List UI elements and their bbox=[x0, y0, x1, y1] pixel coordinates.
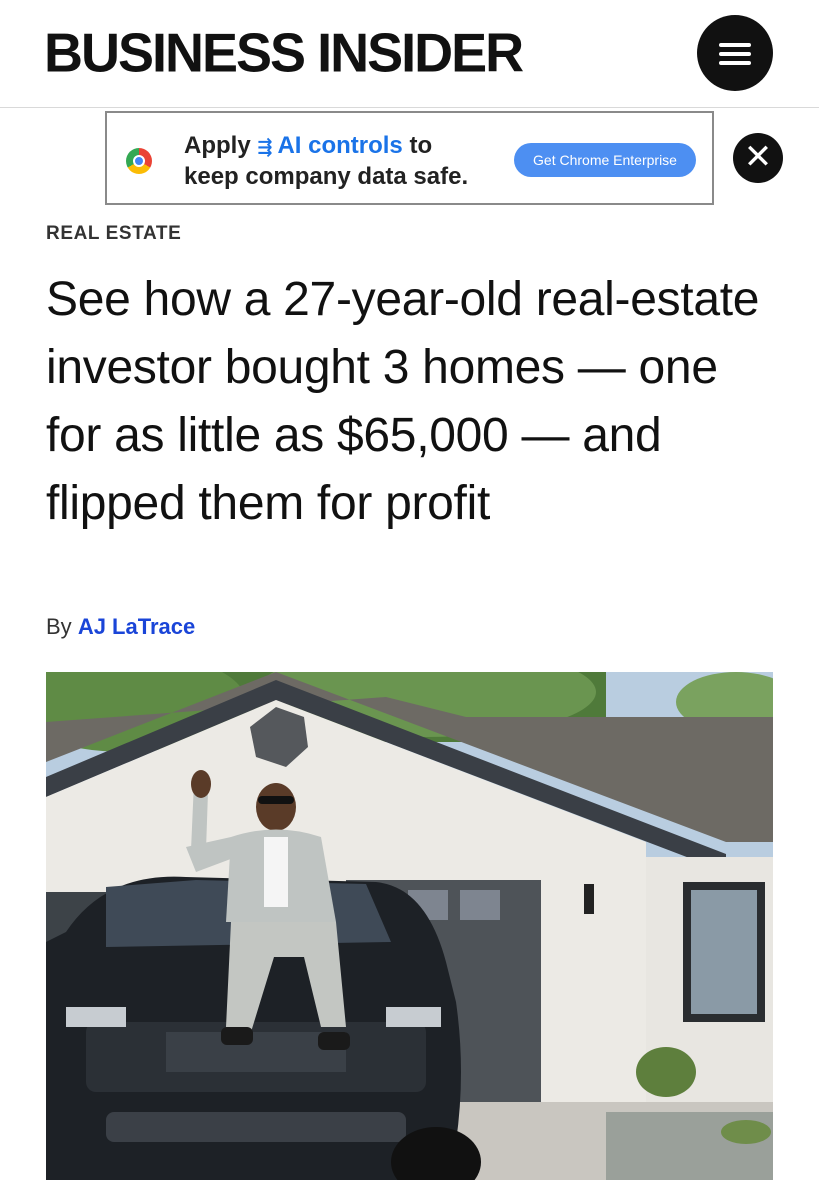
hero-photo bbox=[46, 672, 773, 1180]
author-link[interactable]: AJ LaTrace bbox=[78, 614, 195, 639]
ad-line-1: Apply ⇶ AI controls to bbox=[184, 132, 433, 159]
sliders-icon: ⇶ bbox=[257, 137, 278, 157]
article-headline: See how a 27-year-old real-estate invest… bbox=[46, 273, 760, 530]
ad-text: Apply ⇶ AI controls to keep company data… bbox=[184, 131, 468, 191]
ad-line-2: keep company data safe. bbox=[184, 163, 469, 190]
byline: By AJ LaTrace bbox=[46, 614, 196, 639]
menu-button[interactable] bbox=[697, 15, 773, 91]
chrome-logo-icon bbox=[126, 148, 152, 174]
site-header: BUSINESS INSIDER bbox=[0, 0, 819, 108]
ad-banner[interactable]: Apply ⇶ AI controls to keep company data… bbox=[105, 111, 714, 205]
category-label[interactable]: REAL ESTATE bbox=[46, 223, 181, 245]
site-logo[interactable]: BUSINESS INSIDER bbox=[44, 21, 524, 84]
get-chrome-enterprise-button[interactable]: Get Chrome Enterprise bbox=[514, 143, 696, 177]
close-icon: ✕ bbox=[743, 138, 773, 176]
close-ad-button[interactable]: ✕ bbox=[733, 133, 783, 183]
